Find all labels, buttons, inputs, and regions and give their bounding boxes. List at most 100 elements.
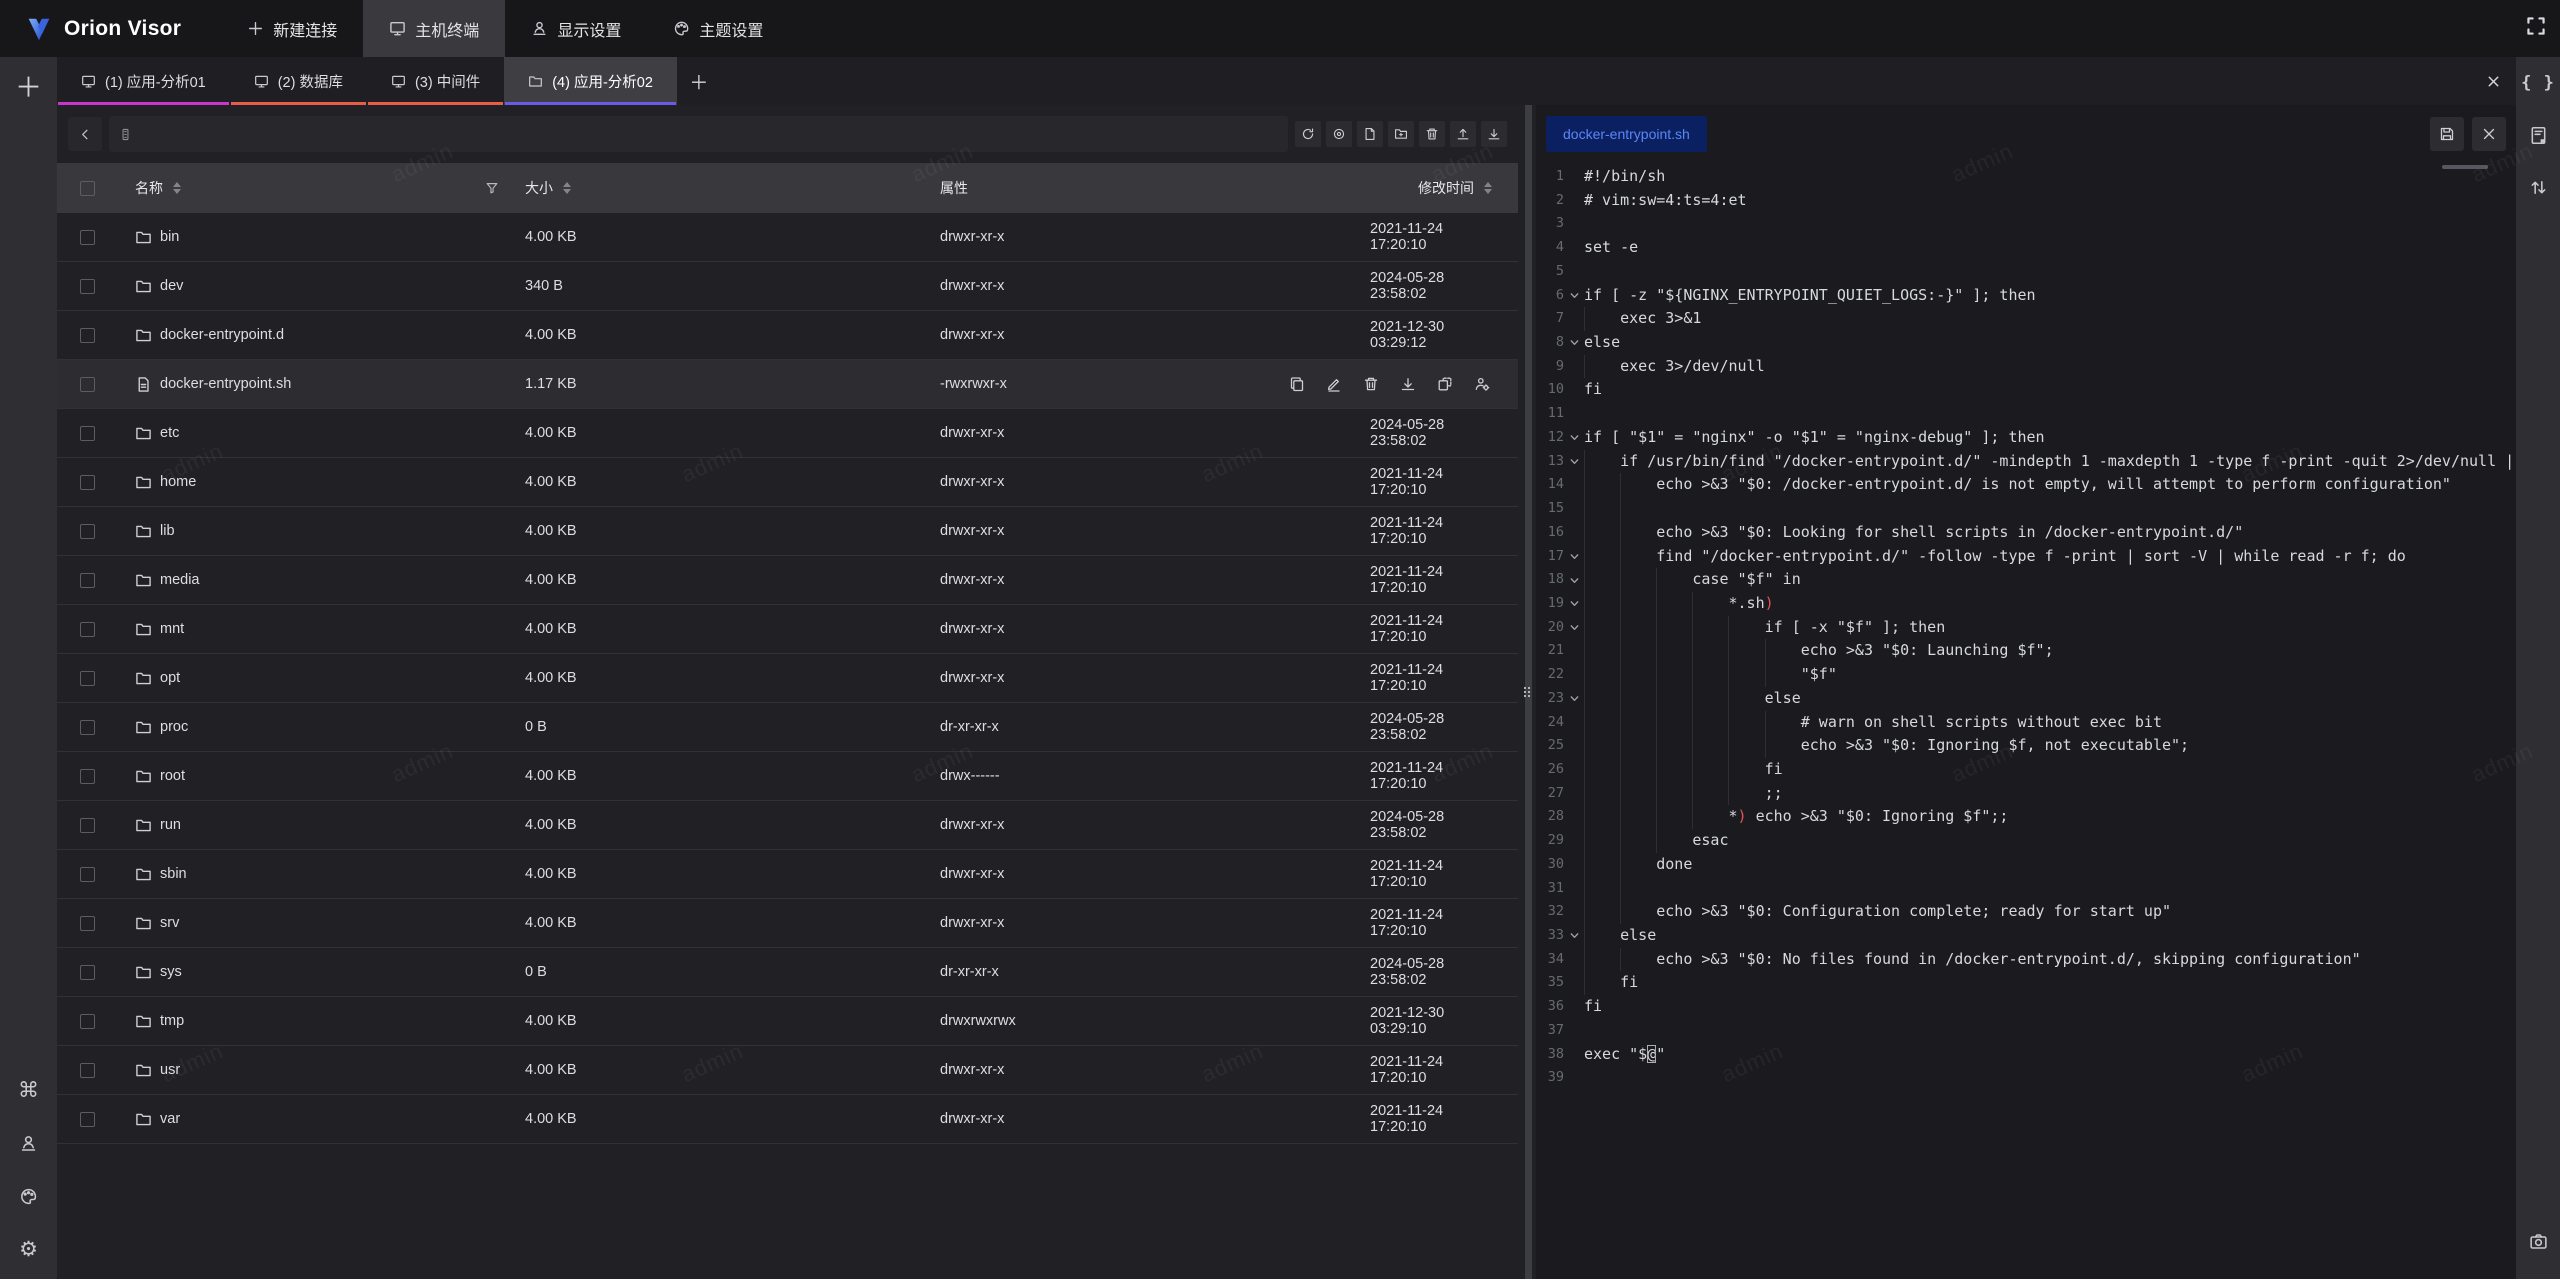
theme-button[interactable] — [11, 1178, 47, 1214]
command-snippet-button[interactable]: ⌘ — [11, 1072, 47, 1108]
move-button[interactable] — [1433, 372, 1457, 396]
fold-chevron-icon[interactable] — [1564, 687, 1584, 711]
file-row-sys[interactable]: sys0 Bdr-xr-xr-x2024-05-28 23:58:02 — [57, 948, 1518, 997]
code-line[interactable]: 30 done — [1536, 853, 2516, 877]
new-tab-button[interactable]: ＋ — [677, 57, 721, 105]
row-checkbox[interactable] — [80, 622, 95, 637]
row-checkbox[interactable] — [80, 867, 95, 882]
row-checkbox[interactable] — [80, 230, 95, 245]
row-checkbox[interactable] — [80, 426, 95, 441]
code-line[interactable]: 5 — [1536, 260, 2516, 284]
close-all-tabs-button[interactable] — [2470, 57, 2516, 105]
terminal-tab-4[interactable]: (4) 应用-分析02 — [504, 57, 677, 105]
filter-icon[interactable] — [485, 181, 499, 195]
code-line[interactable]: 4set -e — [1536, 236, 2516, 260]
file-row-sbin[interactable]: sbin4.00 KBdrwxr-xr-x2021-11-24 17:20:10 — [57, 850, 1518, 899]
back-button[interactable] — [68, 117, 102, 151]
permission-button[interactable] — [1470, 372, 1494, 396]
sort-time-button[interactable] — [1484, 182, 1492, 194]
code-line[interactable]: 8else — [1536, 331, 2516, 355]
file-row-lib[interactable]: lib4.00 KBdrwxr-xr-x2021-11-24 17:20:10 — [57, 507, 1518, 556]
code-line[interactable]: 32 echo >&3 "$0: Configuration complete;… — [1536, 900, 2516, 924]
file-row-var[interactable]: var4.00 KBdrwxr-xr-x2021-11-24 17:20:10 — [57, 1095, 1518, 1144]
delete-button[interactable] — [1419, 121, 1445, 147]
refresh-button[interactable] — [1295, 121, 1321, 147]
file-row-etc[interactable]: etc4.00 KBdrwxr-xr-x2024-05-28 23:58:02 — [57, 409, 1518, 458]
code-line[interactable]: 31 — [1536, 877, 2516, 901]
row-checkbox[interactable] — [80, 1112, 95, 1127]
code-line[interactable]: 33 else — [1536, 924, 2516, 948]
download-button[interactable] — [1481, 121, 1507, 147]
sort-size-button[interactable] — [563, 182, 571, 194]
save-button[interactable] — [2430, 117, 2464, 151]
fold-chevron-icon[interactable] — [1564, 450, 1584, 474]
code-line[interactable]: 23 else — [1536, 687, 2516, 711]
fullscreen-icon[interactable] — [2525, 15, 2547, 37]
row-checkbox[interactable] — [80, 328, 95, 343]
code-line[interactable]: 27 ;; — [1536, 782, 2516, 806]
screenshot-button[interactable] — [2520, 1223, 2556, 1259]
code-line[interactable]: 34 echo >&3 "$0: No files found in /dock… — [1536, 948, 2516, 972]
fold-chevron-icon[interactable] — [1564, 616, 1584, 640]
code-line[interactable]: 24 # warn on shell scripts without exec … — [1536, 711, 2516, 735]
code-line[interactable]: 9 exec 3>/dev/null — [1536, 355, 2516, 379]
new-folder-button[interactable] — [1388, 121, 1414, 147]
row-checkbox[interactable] — [80, 524, 95, 539]
code-line[interactable]: 2# vim:sw=4:ts=4:et — [1536, 189, 2516, 213]
delete-button[interactable] — [1359, 372, 1383, 396]
file-row-srv[interactable]: srv4.00 KBdrwxr-xr-x2021-11-24 17:20:10 — [57, 899, 1518, 948]
new-file-button[interactable] — [1357, 121, 1383, 147]
row-checkbox[interactable] — [80, 671, 95, 686]
row-checkbox[interactable] — [80, 1014, 95, 1029]
code-line[interactable]: 19 *.sh) — [1536, 592, 2516, 616]
row-checkbox[interactable] — [80, 720, 95, 735]
file-row-bin[interactable]: bin4.00 KBdrwxr-xr-x2021-11-24 17:20:10 — [57, 213, 1518, 262]
file-row-tmp[interactable]: tmp4.00 KBdrwxrwxrwx2021-12-30 03:29:10 — [57, 997, 1518, 1046]
nav-theme-settings[interactable]: 主题设置 — [647, 0, 789, 57]
select-all-checkbox[interactable] — [80, 181, 95, 196]
edit-button[interactable] — [1322, 372, 1346, 396]
code-line[interactable]: 1#!/bin/sh — [1536, 165, 2516, 189]
settings-button[interactable]: ⚙ — [11, 1231, 47, 1267]
code-line[interactable]: 6if [ -z "${NGINX_ENTRYPOINT_QUIET_LOGS:… — [1536, 284, 2516, 308]
user-profile-button[interactable] — [11, 1125, 47, 1161]
code-line[interactable]: 11 — [1536, 402, 2516, 426]
new-connection-button[interactable]: ＋ — [11, 67, 47, 103]
code-line[interactable]: 39 — [1536, 1066, 2516, 1090]
file-row-usr[interactable]: usr4.00 KBdrwxr-xr-x2021-11-24 17:20:10 — [57, 1046, 1518, 1095]
download-button[interactable] — [1396, 372, 1420, 396]
nav-host-terminal[interactable]: 主机终端 — [363, 0, 505, 57]
row-checkbox[interactable] — [80, 916, 95, 931]
code-line[interactable]: 14 echo >&3 "$0: /docker-entrypoint.d/ i… — [1536, 473, 2516, 497]
code-line[interactable]: 10fi — [1536, 378, 2516, 402]
code-line[interactable]: 20 if [ -x "$f" ]; then — [1536, 616, 2516, 640]
code-line[interactable]: 36fi — [1536, 995, 2516, 1019]
code-line[interactable]: 28 *) echo >&3 "$0: Ignoring $f";; — [1536, 805, 2516, 829]
code-editor[interactable]: 1#!/bin/sh2# vim:sw=4:ts=4:et34set -e56i… — [1536, 163, 2516, 1279]
sort-name-button[interactable] — [173, 182, 181, 194]
terminal-tab-1[interactable]: (1) 应用-分析01 — [57, 57, 230, 105]
fold-chevron-icon[interactable] — [1564, 284, 1584, 308]
upload-button[interactable] — [1450, 121, 1476, 147]
fold-chevron-icon[interactable] — [1564, 592, 1584, 616]
code-line[interactable]: 21 echo >&3 "$0: Launching $f"; — [1536, 639, 2516, 663]
fold-chevron-icon[interactable] — [1564, 331, 1584, 355]
row-checkbox[interactable] — [80, 818, 95, 833]
fold-chevron-icon[interactable] — [1564, 568, 1584, 592]
row-checkbox[interactable] — [80, 377, 95, 392]
editor-file-tab[interactable]: docker-entrypoint.sh — [1546, 116, 1707, 152]
file-row-home[interactable]: home4.00 KBdrwxr-xr-x2021-11-24 17:20:10 — [57, 458, 1518, 507]
code-line[interactable]: 26 fi — [1536, 758, 2516, 782]
code-braces-button[interactable]: { } — [2520, 65, 2556, 101]
nav-new-connection[interactable]: 新建连接 — [221, 0, 363, 57]
path-input[interactable] — [140, 125, 1278, 143]
code-line[interactable]: 29 esac — [1536, 829, 2516, 853]
file-row-dev[interactable]: dev340 Bdrwxr-xr-x2024-05-28 23:58:02 — [57, 262, 1518, 311]
nav-display-settings[interactable]: 显示设置 — [505, 0, 647, 57]
copy-button[interactable] — [1285, 372, 1309, 396]
panel-resize-handle[interactable] — [1518, 105, 1536, 1279]
row-checkbox[interactable] — [80, 769, 95, 784]
show-hidden-toggle-button[interactable] — [1326, 121, 1352, 147]
row-checkbox[interactable] — [80, 1063, 95, 1078]
code-line[interactable]: 3 — [1536, 212, 2516, 236]
